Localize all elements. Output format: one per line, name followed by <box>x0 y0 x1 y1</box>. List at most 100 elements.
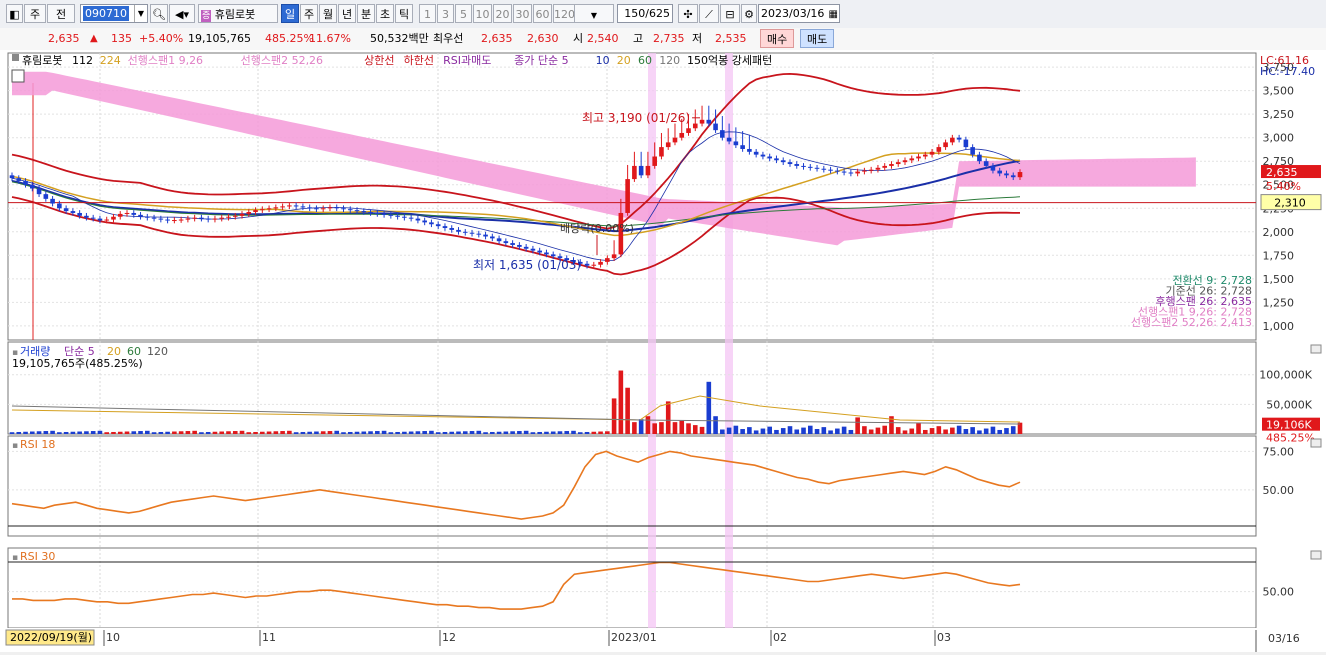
date-value: 2023/03/16 <box>761 7 825 20</box>
candle-body-125 <box>855 171 860 174</box>
price-tick-label-0: 1,000 <box>1263 320 1295 333</box>
candle-body-134 <box>916 156 921 159</box>
volume-bar-31 <box>219 431 225 434</box>
gear-icon[interactable]: ⚙ <box>741 4 757 23</box>
volume-bar-13 <box>97 430 103 434</box>
freq-select[interactable]: 주 <box>24 4 46 23</box>
candle-body-126 <box>862 170 867 172</box>
chart-tool-icon[interactable]: ⊟ <box>720 4 740 23</box>
period-tab-5[interactable]: 초 <box>376 4 394 23</box>
candle-body-112 <box>767 156 772 159</box>
candle-body-145 <box>990 165 996 171</box>
candle-body-131 <box>895 162 901 165</box>
volume-bar-21 <box>151 432 157 434</box>
minute-tab-5[interactable]: 5 <box>455 4 472 23</box>
candle-body-94 <box>645 165 651 176</box>
minute-tab-1[interactable]: 1 <box>419 4 436 23</box>
volume-bar-38 <box>266 431 272 434</box>
minute-tab-20[interactable]: 20 <box>493 4 512 23</box>
period-tab-6[interactable]: 틱 <box>395 4 413 23</box>
candle-body-104 <box>713 123 718 131</box>
volume-bar-22 <box>158 431 164 434</box>
candle-body-101 <box>692 123 698 129</box>
volume-bar-23 <box>165 431 170 434</box>
volume-bar-59 <box>408 431 414 434</box>
minute-tab-30[interactable]: 30 <box>513 4 532 23</box>
chevron-down-icon[interactable]: ▼ <box>134 5 147 22</box>
volume-bar-102 <box>699 426 705 434</box>
volume-bar-118 <box>807 425 813 434</box>
volume-bar-71 <box>490 431 495 434</box>
period-tab-4[interactable]: 분 <box>357 4 375 23</box>
volume-bar-98 <box>672 422 678 434</box>
minute-tab-120[interactable]: 120 <box>553 4 575 23</box>
minute-tab-10[interactable]: 10 <box>473 4 492 23</box>
volume-bar-99 <box>679 420 685 434</box>
volume-bar-117 <box>801 427 806 434</box>
prev-button[interactable]: 전 <box>47 4 75 23</box>
candle-body-79 <box>544 252 549 255</box>
open-price: 2,540 <box>587 32 619 45</box>
volume-bar-12 <box>90 431 96 434</box>
period-tab-1[interactable]: 주 <box>300 4 318 23</box>
price-tick-label-2: 1,500 <box>1263 273 1295 286</box>
minute-tab-60[interactable]: 60 <box>533 4 552 23</box>
volume-bar-54 <box>375 431 380 434</box>
legend-ma120: 120 <box>659 54 680 67</box>
stock-chart[interactable]: 1,0001,2501,5001,7502,0002,2502,5002,750… <box>0 50 1326 652</box>
speaker-icon[interactable]: ◀▾ <box>169 4 195 23</box>
candle-body-46 <box>320 208 326 210</box>
candle-body-44 <box>307 207 312 209</box>
volume-bar-39 <box>273 431 279 434</box>
end-date-label: 03/16 <box>1268 632 1300 645</box>
sell-button[interactable]: 매도 <box>800 29 835 48</box>
candle-body-89 <box>611 254 617 259</box>
candle-body-107 <box>733 141 739 146</box>
candle-body-64 <box>442 226 448 229</box>
volume-bar-85 <box>584 431 590 434</box>
x-axis-label-0: 10 <box>106 631 120 644</box>
volume-bar-37 <box>260 431 265 434</box>
candle-body-10 <box>77 212 82 216</box>
period-tab-3[interactable]: 년 <box>338 4 356 23</box>
volume-bar-20 <box>145 430 150 434</box>
custom-select[interactable]: ▼ <box>574 4 614 23</box>
legend-ma60: 60 <box>638 54 652 67</box>
x-axis-label-1: 11 <box>262 631 276 644</box>
line-tool-icon[interactable]: ⟋ <box>699 4 719 23</box>
volume-bar-44 <box>307 431 312 434</box>
count-input[interactable]: 150/625 <box>617 4 673 23</box>
volume-bar-115 <box>787 426 793 434</box>
search-icon[interactable]: 🔍︎ <box>150 4 168 23</box>
candle-body-91 <box>625 179 630 213</box>
volume-bar-76 <box>523 430 529 434</box>
change-percent: +5.40% <box>139 32 184 45</box>
volume-bar-34 <box>239 430 245 434</box>
layout-icon[interactable]: ◧ <box>6 4 23 23</box>
start-date-label: 2022/09/19(월) <box>10 631 92 644</box>
count-value: 150 <box>624 7 646 20</box>
stock-code-input[interactable]: 090710 ▼ <box>80 4 148 23</box>
period-tab-2[interactable]: 월 <box>319 4 337 23</box>
crosshair-icon[interactable]: ✣ <box>678 4 698 23</box>
candle-body-14 <box>104 219 110 221</box>
minute-tab-3[interactable]: 3 <box>437 4 454 23</box>
calendar-icon[interactable]: ▦ <box>829 6 838 23</box>
candle-body-119 <box>814 167 820 169</box>
candle-body-16 <box>117 213 123 217</box>
period-tab-0[interactable]: 일 <box>281 4 299 23</box>
candle-body-96 <box>659 147 664 157</box>
rsi18-title: RSI 18 <box>20 438 55 451</box>
stock-name-field[interactable]: 증 휴림로봇 <box>198 4 278 23</box>
volume-bar-107 <box>733 425 739 434</box>
volume-bar-108 <box>740 429 745 434</box>
candle-body-67 <box>462 231 468 233</box>
volume-bar-36 <box>253 431 258 434</box>
rsi18-toggle-icon: ▪ <box>12 441 18 451</box>
date-input[interactable]: 2023/03/16 ▦ <box>758 4 840 23</box>
volume-bar-5 <box>43 431 49 434</box>
volume-bar-40 <box>280 431 285 434</box>
candle-body-58 <box>402 216 407 218</box>
buy-button[interactable]: 매수 <box>760 29 795 48</box>
ask-price: 2,635 <box>481 32 513 45</box>
